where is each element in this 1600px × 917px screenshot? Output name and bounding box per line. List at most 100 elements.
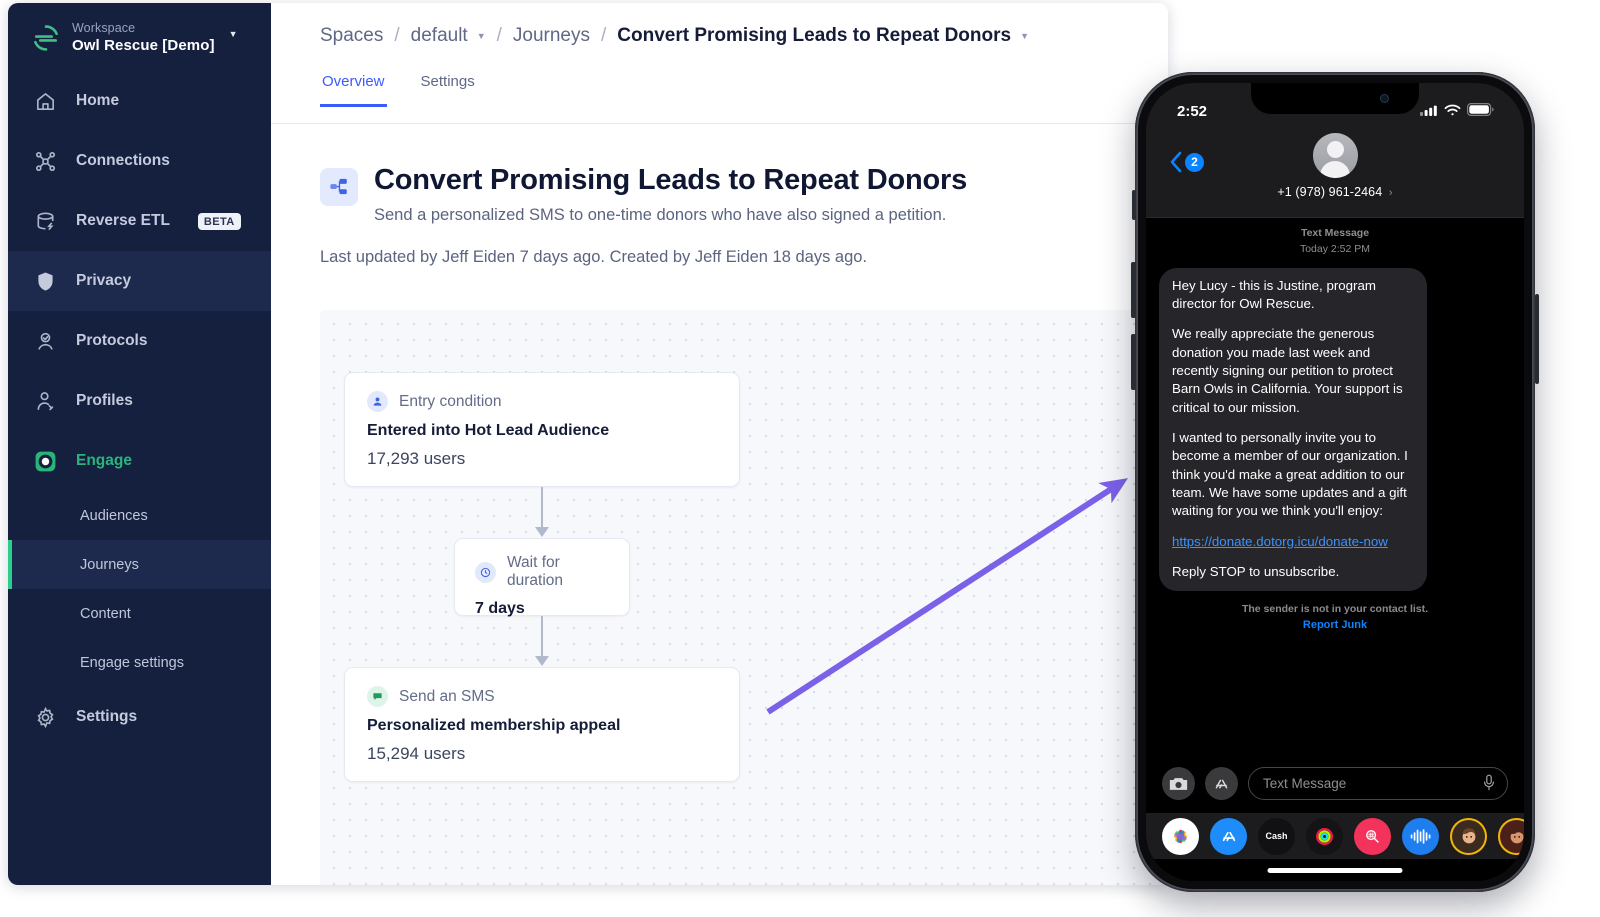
phone-screen: 2:52 2 +1 (978) 961-2464 › Text Message … <box>1146 83 1524 881</box>
memoji-2-app-icon[interactable] <box>1498 817 1524 855</box>
sidebar-item-protocols[interactable]: Protocols <box>8 311 271 371</box>
phone-mockup: 2:52 2 +1 (978) 961-2464 › Text Message … <box>1131 72 1539 892</box>
contact-phone-number-text: +1 (978) 961-2464 <box>1277 185 1383 199</box>
page-meta: Last updated by Jeff Eiden 7 days ago. C… <box>320 248 868 267</box>
app-store-icon[interactable] <box>1205 767 1238 800</box>
sidebar-item-connections[interactable]: Connections <box>8 131 271 191</box>
avatar-head-icon <box>1326 141 1344 158</box>
page-title: Convert Promising Leads to Repeat Donors <box>374 164 968 196</box>
unread-count-badge: 2 <box>1185 152 1204 172</box>
sidebar-item-label: Reverse ETL <box>76 212 170 230</box>
tab-bar: Overview Settings <box>271 69 1168 124</box>
node-kind-label: Wait for duration <box>507 554 564 589</box>
chevron-down-icon: ▼ <box>228 29 238 39</box>
breadcrumb-separator: / <box>496 25 502 46</box>
sidebar-item-engage-settings[interactable]: Engage settings <box>8 638 271 687</box>
sidebar-item-journeys[interactable]: Journeys <box>8 540 271 590</box>
node-kind-label: Send an SMS <box>399 687 495 705</box>
journey-icon <box>320 168 358 206</box>
sidebar-subitem-label: Content <box>80 605 131 622</box>
microphone-icon[interactable] <box>1483 774 1495 794</box>
battery-icon <box>1467 102 1494 120</box>
message-composer: Text Message <box>1146 746 1524 821</box>
page-subtitle: Send a personalized SMS to one-time dono… <box>374 206 947 225</box>
voice-memo-app-icon[interactable] <box>1402 817 1439 855</box>
message-thread[interactable]: Text Message Today 2:52 PM Hey Lucy - th… <box>1146 218 1524 746</box>
app-dock[interactable]: Cash <box>1146 813 1524 859</box>
tab-settings[interactable]: Settings <box>419 69 477 104</box>
home-indicator <box>1267 868 1403 873</box>
message-link[interactable]: https://donate.dotorg.icu/donate-now <box>1172 534 1388 549</box>
phone-volume-down-button <box>1131 334 1136 390</box>
fitness-app-icon[interactable] <box>1306 817 1343 855</box>
sidebar-item-home[interactable]: Home <box>8 71 271 131</box>
journey-canvas[interactable]: Entry condition Entered into Hot Lead Au… <box>320 310 1168 885</box>
segment-logo-icon <box>32 24 60 52</box>
breadcrumb-separator: / <box>394 25 400 46</box>
breadcrumb: Spaces / default ▼ / Journeys / Convert … <box>271 3 1168 69</box>
breadcrumb-current: Convert Promising Leads to Repeat Donors <box>617 25 1012 46</box>
journey-node-wait[interactable]: Wait for duration 7 days <box>454 538 630 617</box>
breadcrumb-space-name[interactable]: default <box>411 25 468 47</box>
sidebar-item-settings[interactable]: Settings <box>8 687 271 747</box>
sidebar-subitem-label: Audiences <box>80 507 148 524</box>
contact-phone-number[interactable]: +1 (978) 961-2464 › <box>1277 185 1392 199</box>
node-title: Personalized membership appeal <box>367 717 621 734</box>
sidebar-subitem-label: Engage settings <box>80 654 184 671</box>
sidebar-item-label: Settings <box>76 708 138 726</box>
journey-header: Convert Promising Leads to Repeat Donors… <box>271 124 1168 267</box>
flow-connector <box>541 616 543 660</box>
app-store-app-icon[interactable] <box>1210 817 1247 855</box>
phone-notch <box>1251 83 1419 114</box>
camera-icon[interactable] <box>1162 767 1195 800</box>
message-input[interactable]: Text Message <box>1248 767 1508 800</box>
workspace-switcher[interactable]: Workspace Owl Rescue [Demo] ▼ <box>8 7 271 71</box>
workspace-name: Owl Rescue [Demo] <box>72 36 215 54</box>
flow-connector-arrow-icon <box>535 656 549 666</box>
sidebar-item-engage[interactable]: Engage <box>8 431 271 491</box>
clock-icon <box>475 561 496 583</box>
phone-power-button <box>1534 294 1539 384</box>
protocols-icon <box>32 328 58 354</box>
avatar-body-icon <box>1320 161 1350 178</box>
sidebar-item-reverse-etl[interactable]: Reverse ETL BETA <box>8 191 271 251</box>
breadcrumb-current-caret-icon[interactable]: ▼ <box>1020 31 1029 41</box>
photos-app-icon[interactable] <box>1162 817 1199 855</box>
phone-mute-switch <box>1132 190 1136 220</box>
tab-overview[interactable]: Overview <box>320 69 387 107</box>
signal-icon <box>1420 103 1438 120</box>
entry-condition-icon <box>367 391 388 412</box>
sidebar-item-audiences[interactable]: Audiences <box>8 491 271 540</box>
breadcrumb-space-caret-icon[interactable]: ▼ <box>477 31 486 41</box>
node-title: Entered into Hot Lead Audience <box>367 422 610 439</box>
back-button[interactable]: 2 <box>1170 151 1204 173</box>
engage-icon <box>32 448 58 474</box>
sidebar-item-label: Connections <box>76 152 170 170</box>
sidebar-item-label: Engage <box>76 452 132 470</box>
message-paragraph-1: Hey Lucy - this is Justine, program dire… <box>1172 277 1376 311</box>
search-images-app-icon[interactable] <box>1354 817 1391 855</box>
sms-icon <box>367 686 388 707</box>
sidebar-item-label: Home <box>76 92 120 110</box>
message-paragraph-2: We really appreciate the generous donati… <box>1172 326 1403 415</box>
chevron-right-icon: › <box>1388 187 1393 199</box>
sidebar-item-profiles[interactable]: Profiles <box>8 371 271 431</box>
journey-node-send-sms[interactable]: Send an SMS Personalized membership appe… <box>344 667 740 782</box>
status-time: 2:52 <box>1177 102 1208 120</box>
apple-cash-app-icon[interactable]: Cash <box>1258 817 1295 855</box>
node-user-count: 15,294 users <box>367 744 466 763</box>
sender-notice-text: The sender is not in your contact list. <box>1241 603 1429 616</box>
message-bubble[interactable]: Hey Lucy - this is Justine, program dire… <box>1159 267 1427 592</box>
breadcrumb-journeys[interactable]: Journeys <box>513 25 590 47</box>
gear-icon <box>32 704 58 730</box>
flow-connector-arrow-icon <box>535 527 549 537</box>
memoji-app-icon[interactable] <box>1450 817 1487 855</box>
avatar[interactable] <box>1312 133 1358 178</box>
sidebar-item-content[interactable]: Content <box>8 589 271 638</box>
sidebar-item-privacy[interactable]: Privacy <box>8 251 271 312</box>
report-junk-link[interactable]: Report Junk <box>1159 619 1511 631</box>
node-kind-label: Entry condition <box>399 392 502 410</box>
journey-node-entry-condition[interactable]: Entry condition Entered into Hot Lead Au… <box>344 372 740 487</box>
breadcrumb-spaces[interactable]: Spaces <box>320 25 383 47</box>
thread-type-label: Text Message <box>1300 227 1370 239</box>
